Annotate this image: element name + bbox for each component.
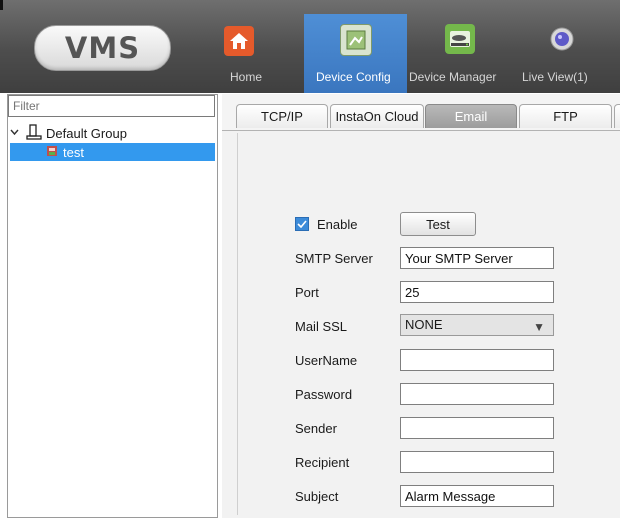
enable-label: Enable [317,217,358,232]
username-label: UserName [295,353,358,368]
port-label: Port [295,285,319,300]
smtp-server-label: SMTP Server [295,251,373,266]
top-toolbar: VMS Home Device Config Device Manager Li… [0,0,620,93]
mail-ssl-label: Mail SSL [295,319,348,334]
recipient-label: Recipient [295,455,350,470]
tab-ftp[interactable]: FTP [519,104,612,128]
subject-label: Subject [295,489,339,504]
dropdown-arrow-icon[interactable]: ▼ [533,318,545,336]
device-config-icon [339,24,372,56]
tree-item-label: test [63,144,84,160]
email-settings-form: Enable Test SMTP Server Port Mail SSL NO… [237,133,620,515]
username-input[interactable] [400,349,554,371]
password-input[interactable] [400,383,554,405]
enable-checkbox[interactable] [295,217,309,231]
smtp-server-input[interactable] [400,247,554,269]
live-view-icon [547,24,577,54]
chevron-down-icon[interactable] [10,127,22,139]
tab-tcpip[interactable]: TCP/IP [236,104,328,128]
nav-live-view-button[interactable]: Live View(1) [512,14,612,93]
nav-home-button[interactable]: Home [222,14,262,93]
camera-device-icon [46,145,60,160]
sender-label: Sender [295,421,337,436]
subject-input[interactable] [400,485,554,507]
port-input[interactable] [400,281,554,303]
recipient-input[interactable] [400,451,554,473]
tab-instaon-cloud[interactable]: InstaOn Cloud [330,104,424,128]
home-icon [224,26,254,56]
mail-ssl-value: NONE [405,317,443,332]
config-panel: TCP/IP InstaOn Cloud Email FTP Enable Te… [222,94,620,518]
tree-item-test[interactable]: test [10,143,215,161]
filter-input[interactable] [8,95,215,117]
window-corner [0,0,3,10]
nav-device-manager-button[interactable]: Device Manager [407,14,512,93]
sender-input[interactable] [400,417,554,439]
nav-device-config-label: Device Config [316,70,391,84]
tree-group-default[interactable]: Default Group [10,123,127,143]
tree-group-label: Default Group [46,125,127,141]
tab-email[interactable]: Email [425,104,517,128]
group-folder-icon [26,123,44,143]
config-tabs: TCP/IP InstaOn Cloud Email FTP [222,94,620,131]
device-tree-panel: Default Group test [7,94,218,518]
nav-device-manager-label: Device Manager [409,70,497,84]
device-manager-icon [444,24,475,54]
nav-home-label: Home [230,70,263,84]
nav-device-config-button[interactable]: Device Config [304,14,407,93]
mail-ssl-select[interactable]: NONE ▼ [400,314,554,336]
password-label: Password [295,387,353,402]
tab-overflow[interactable] [614,104,620,128]
nav-live-view-label: Live View(1) [522,70,588,84]
app-logo: VMS [34,25,171,71]
test-button[interactable]: Test [400,212,476,236]
